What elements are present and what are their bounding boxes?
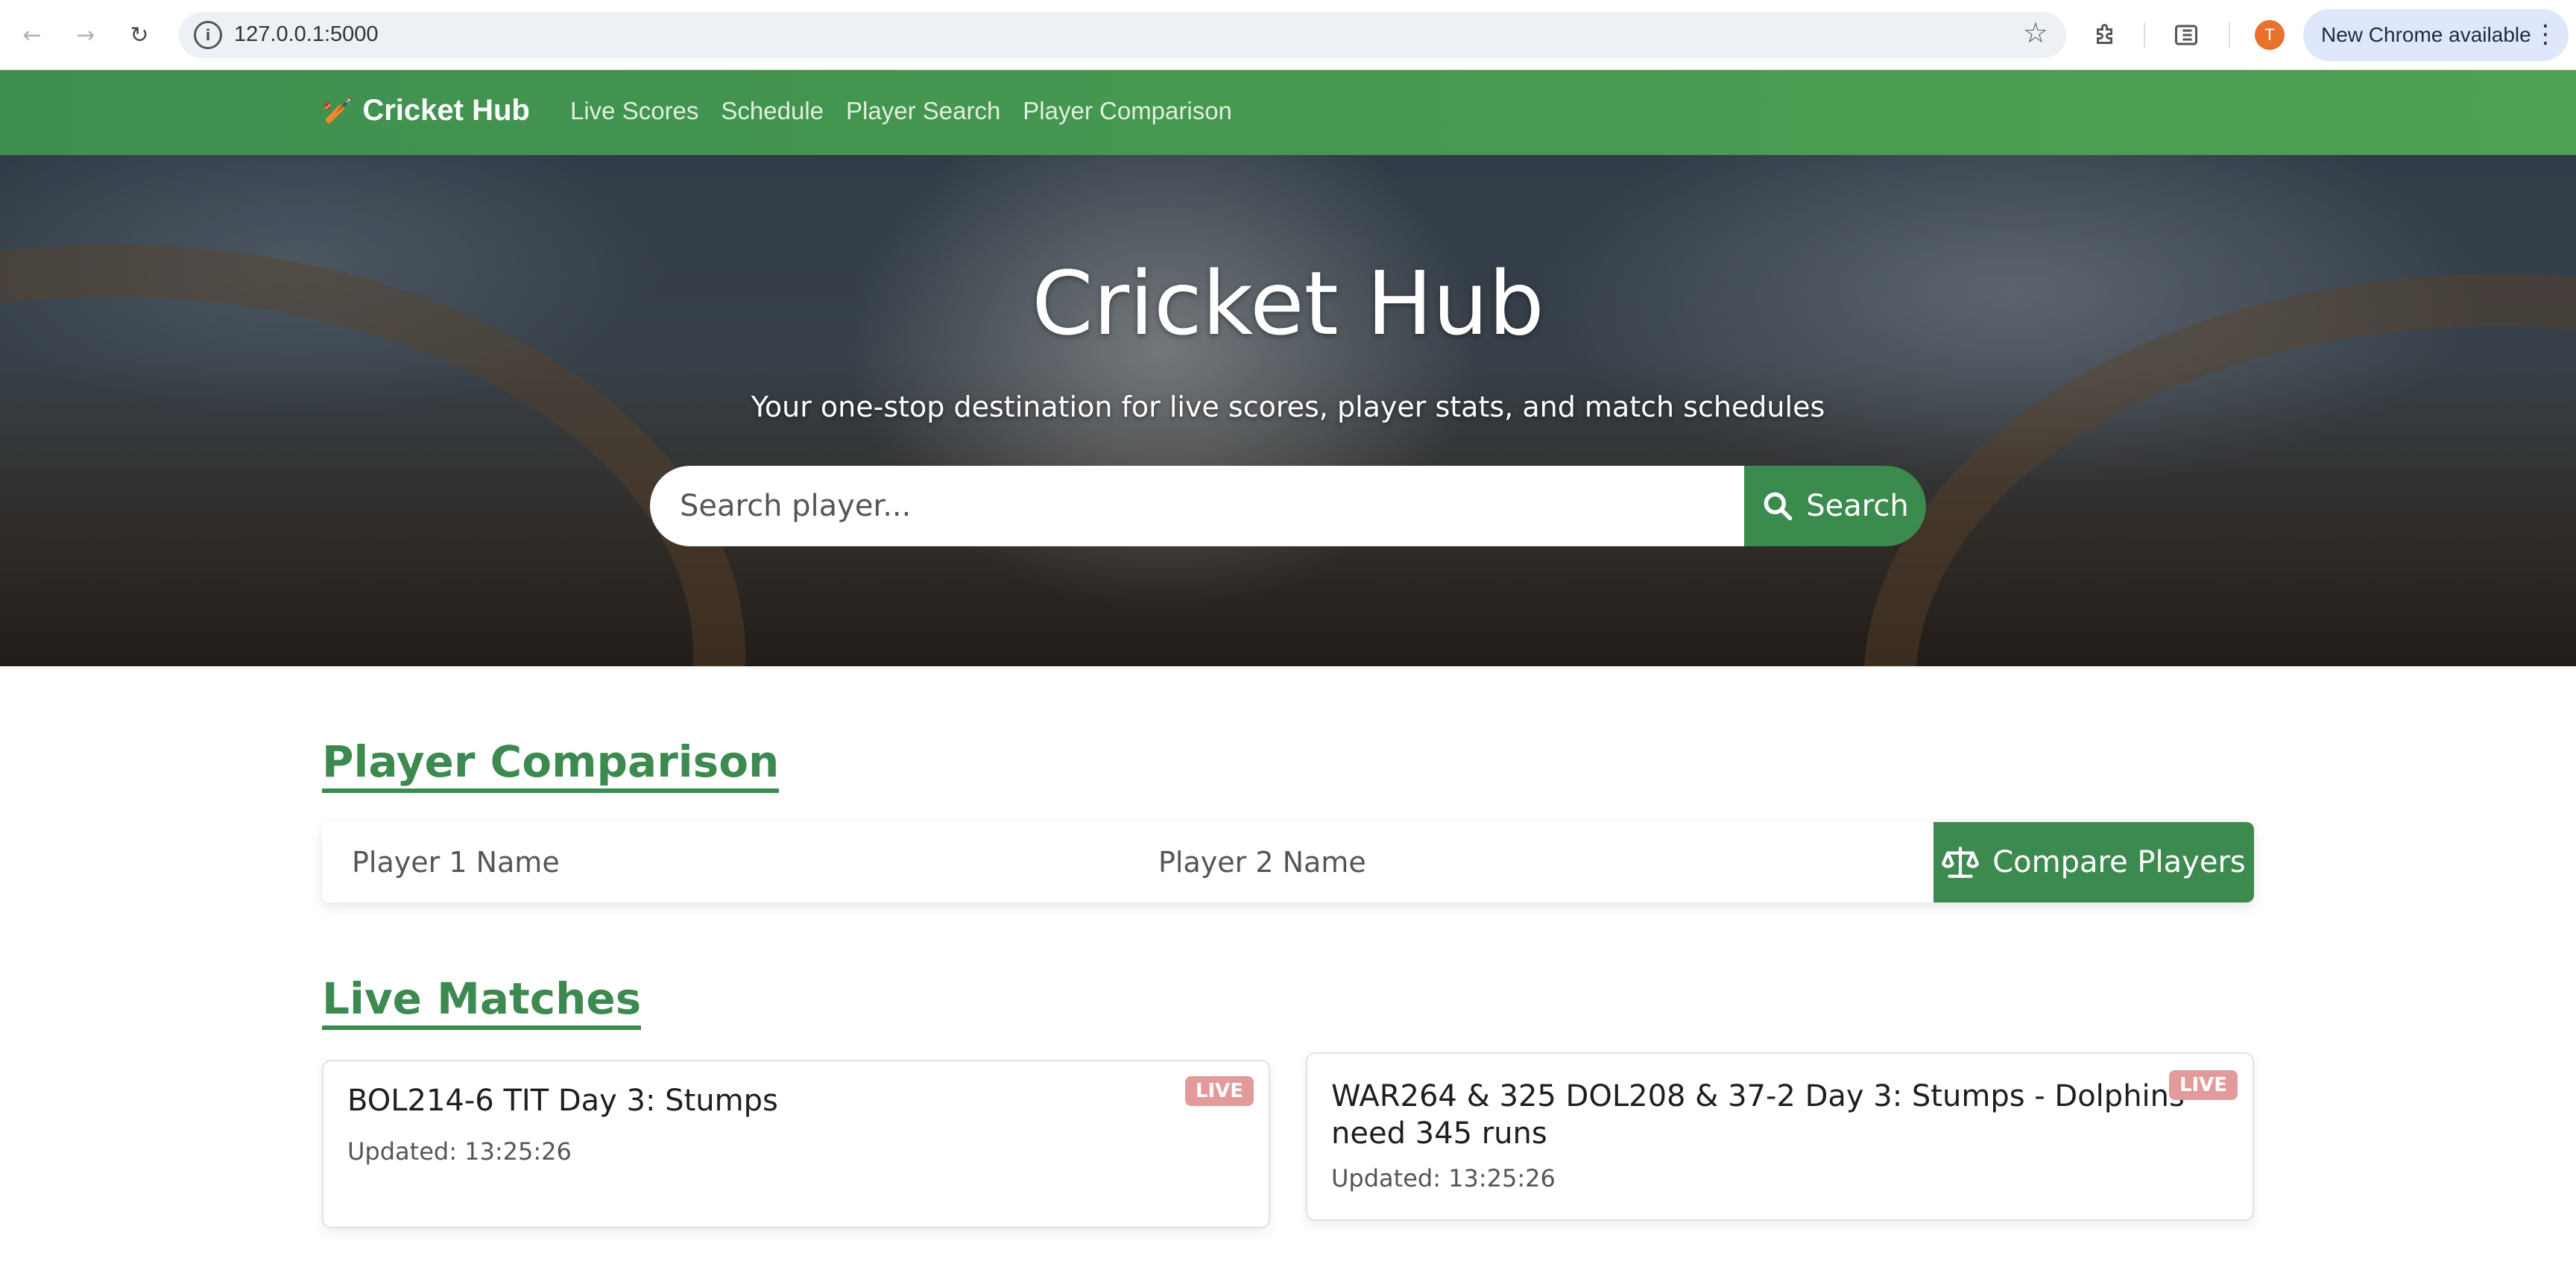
star-icon[interactable]: ☆ bbox=[2023, 16, 2048, 49]
search-button[interactable]: Search bbox=[1744, 466, 1926, 546]
player2-input[interactable] bbox=[1128, 822, 1933, 903]
kebab-icon[interactable]: ⋮ bbox=[2533, 19, 2558, 49]
match-title: WAR264 & 325 DOL208 & 37-2 Day 3: Stumps… bbox=[1331, 1079, 2185, 1151]
browser-toolbar: ← → ↻ i 127.0.0.1:5000 ☆ T New Chrome av… bbox=[0, 0, 2576, 70]
toolbar-divider bbox=[2144, 22, 2145, 48]
live-matches-heading: Live Matches bbox=[322, 973, 642, 1030]
match-updated-time: Updated: 13:25:26 bbox=[1331, 1164, 1556, 1192]
match-updated-time: Updated: 13:25:26 bbox=[347, 1137, 572, 1166]
match-card[interactable]: WAR264 & 325 DOL208 & 37-2 Day 3: Stumps… bbox=[1306, 1052, 2254, 1221]
site-navbar: 🏏 Cricket Hub Live Scores Schedule Playe… bbox=[0, 70, 2576, 155]
nav-links: Live Scores Schedule Player Search Playe… bbox=[570, 97, 1232, 125]
player1-input[interactable] bbox=[322, 822, 1127, 903]
match-title: BOL214-6 TIT Day 3: Stumps bbox=[347, 1084, 778, 1118]
profile-avatar[interactable]: T bbox=[2255, 20, 2285, 50]
compare-button-label: Compare Players bbox=[1992, 845, 2246, 879]
comparison-heading: Player Comparison bbox=[322, 736, 780, 793]
hero-banner: Cricket Hub Your one-stop destination fo… bbox=[0, 155, 2576, 666]
compare-players-button[interactable]: Compare Players bbox=[1933, 822, 2254, 903]
live-badge: LIVE bbox=[2169, 1070, 2238, 1100]
info-icon[interactable]: i bbox=[194, 21, 222, 49]
brand-logo[interactable]: 🏏 Cricket Hub bbox=[322, 94, 530, 127]
search-icon bbox=[1764, 492, 1793, 521]
address-bar[interactable]: i 127.0.0.1:5000 ☆ bbox=[179, 12, 2066, 58]
reload-button[interactable]: ↻ bbox=[121, 16, 158, 54]
nav-link-schedule[interactable]: Schedule bbox=[721, 97, 824, 125]
player-search-input[interactable] bbox=[650, 466, 1744, 546]
live-badge: LIVE bbox=[1185, 1076, 1254, 1106]
update-label: New Chrome available bbox=[2321, 23, 2531, 46]
hero-title: Cricket Hub bbox=[1032, 252, 1544, 355]
hero-subtitle: Your one-stop destination for live score… bbox=[751, 391, 1825, 423]
brand-name: Cricket Hub bbox=[362, 94, 530, 127]
search-button-label: Search bbox=[1806, 489, 1909, 523]
toolbar-divider bbox=[2229, 22, 2230, 48]
arrow-left-icon: ← bbox=[22, 22, 42, 48]
cricket-bat-icon: 🏏 bbox=[322, 95, 354, 126]
arrow-right-icon: → bbox=[76, 22, 95, 48]
nav-link-player-comparison[interactable]: Player Comparison bbox=[1023, 97, 1232, 125]
url-text[interactable]: 127.0.0.1:5000 bbox=[234, 22, 379, 47]
puzzle-icon[interactable] bbox=[2087, 16, 2124, 54]
comparison-form: Compare Players bbox=[322, 822, 2254, 903]
nav-link-player-search[interactable]: Player Search bbox=[846, 97, 1000, 125]
chrome-update-button[interactable]: New Chrome available ⋮ bbox=[2303, 9, 2569, 61]
forward-button[interactable]: → bbox=[67, 16, 104, 54]
balance-scale-icon bbox=[1942, 847, 1980, 878]
reload-icon: ↻ bbox=[130, 22, 149, 48]
back-button[interactable]: ← bbox=[13, 16, 51, 54]
match-card[interactable]: BOL214-6 TIT Day 3: Stumps Updated: 13:2… bbox=[322, 1060, 1270, 1228]
nav-link-live-scores[interactable]: Live Scores bbox=[570, 97, 698, 125]
reading-list-icon[interactable] bbox=[2168, 16, 2205, 54]
player-search-form: Search bbox=[650, 466, 1926, 546]
